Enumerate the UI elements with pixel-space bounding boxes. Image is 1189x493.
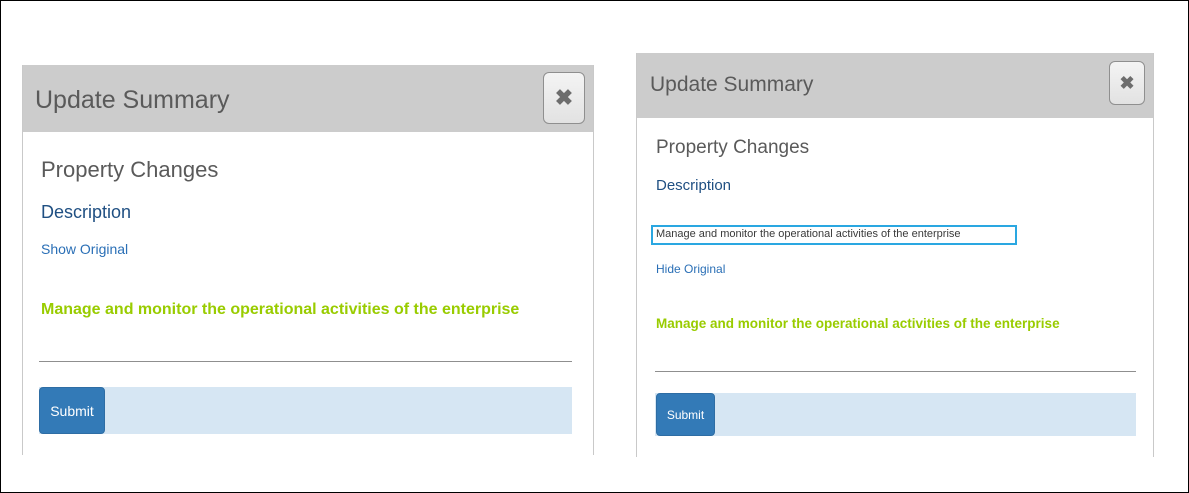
property-changes-heading: Property Changes (41, 157, 219, 182)
close-button[interactable]: ✖ (543, 72, 585, 124)
hide-original-link[interactable]: Hide Original (656, 262, 725, 276)
divider (39, 361, 572, 362)
show-original-link[interactable]: Show Original (41, 241, 128, 257)
close-button[interactable]: ✖ (1109, 61, 1145, 105)
original-value-box: Manage and monitor the operational activ… (651, 225, 1017, 245)
dialog-footer (655, 393, 1136, 436)
close-icon: ✖ (554, 85, 574, 110)
description-label: Description (656, 177, 732, 194)
submit-button[interactable]: Submit (39, 387, 105, 434)
dialog-footer (39, 387, 572, 434)
new-value-text: Manage and monitor the operational activ… (41, 301, 520, 318)
property-changes-heading: Property Changes (656, 137, 810, 158)
dialog-header: Update Summary ✖ (637, 53, 1153, 118)
divider (655, 371, 1136, 372)
dialog-title: Update Summary (650, 73, 814, 96)
close-icon: ✖ (1119, 72, 1135, 93)
description-label: Description (41, 202, 132, 222)
dialog-header: Update Summary ✖ (23, 65, 593, 132)
new-value-text: Manage and monitor the operational activ… (656, 316, 1060, 331)
dialog-title: Update Summary (35, 86, 230, 114)
update-summary-dialog-before: Update Summary ✖ Property Changes Descri… (22, 65, 594, 455)
update-summary-dialog-after: Update Summary ✖ Property Changes Descri… (636, 53, 1154, 457)
submit-button[interactable]: Submit (656, 393, 715, 436)
